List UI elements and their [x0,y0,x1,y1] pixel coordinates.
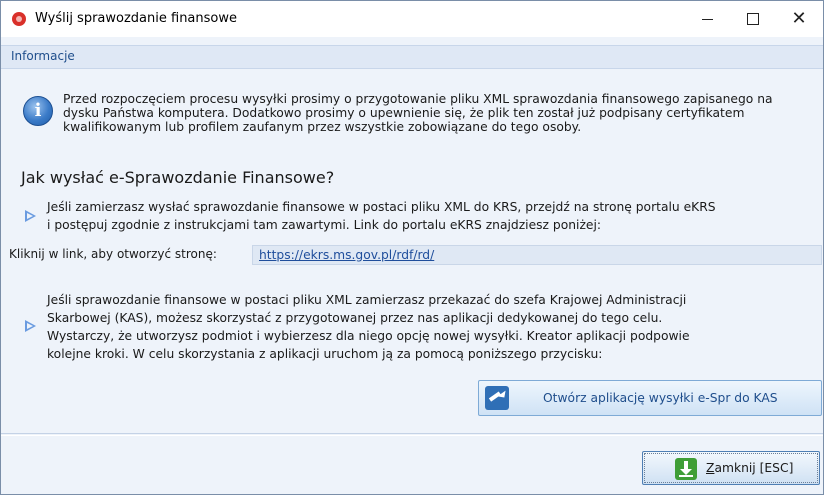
close-button[interactable]: Zamknij [ESC] [642,451,820,485]
link-label: Kliknij w link, aby otworzyć stronę: [9,247,217,261]
maximize-icon [747,13,759,25]
window-title: Wyślij sprawozdanie finansowe [35,11,237,26]
title-bar: Wyślij sprawozdanie finansowe ✕ [1,1,823,37]
kas-button-label: Otwórz aplikację wysyłki e-Spr do KAS [543,391,778,405]
link-box: https://ekrs.ms.gov.pl/rdf/rd/ [252,245,822,265]
open-kas-app-button[interactable]: Otwórz aplikację wysyłki e-Spr do KAS [478,380,822,416]
arrow-right-icon [25,210,36,222]
info-text: Przed rozpoczęciem procesu wysyłki prosi… [63,92,773,134]
divider-highlight [1,435,823,436]
close-window-button[interactable]: ✕ [776,1,822,37]
divider [1,433,823,434]
maximize-button[interactable] [730,1,776,37]
share-arrow-icon [485,386,509,410]
section-heading: Jak wysłać e-Sprawozdanie Finansowe? [21,168,335,187]
krs-instructions: Jeśli zamierzasz wysłać sprawozdanie fin… [47,200,716,232]
kas-instructions: Jeśli sprawozdanie finansowe w postaci p… [47,293,690,361]
minimize-icon [701,18,713,20]
menu-item-informacje[interactable]: Informacje [11,49,75,63]
dialog-window: Wyślij sprawozdanie finansowe ✕ Informac… [0,0,824,495]
ekrs-link[interactable]: https://ekrs.ms.gov.pl/rdf/rd/ [259,248,434,262]
menu-bar: Informacje [1,45,823,69]
close-icon: ✕ [791,8,807,29]
arrow-right-icon [25,320,36,332]
info-icon: i [23,96,53,126]
close-label-rest: amknij [ESC] [714,461,794,475]
app-icon [12,12,26,26]
close-button-label: Zamknij [ESC] [706,461,793,475]
minimize-button[interactable] [684,1,730,37]
download-icon [675,458,697,480]
